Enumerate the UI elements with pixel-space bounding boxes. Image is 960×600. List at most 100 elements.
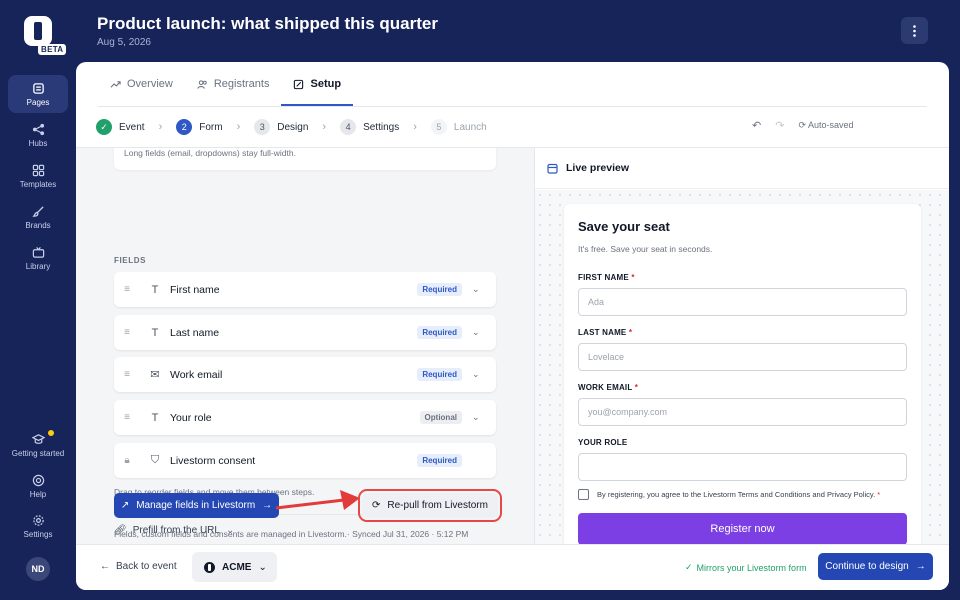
step-number: 4 — [340, 119, 357, 135]
consent-checkbox[interactable] — [578, 489, 589, 500]
form-subtitle: It's free. Save your seat in seconds. — [578, 244, 713, 254]
undo-icon[interactable]: ↶ — [752, 119, 761, 132]
chevron-down-icon[interactable]: ⌄ — [472, 284, 490, 295]
chevron-right-icon: › — [236, 121, 241, 133]
pages-icon — [32, 82, 44, 94]
status-text: Mirrors your Livestorm form — [696, 562, 807, 573]
consent-row: By registering, you agree to the Livesto… — [578, 489, 880, 500]
stepper: ✓ Event › 2 Form › 3 Design › 4 Settings › 5… — [96, 118, 487, 136]
nav-label: Help — [29, 489, 47, 499]
required-badge: Required — [417, 283, 462, 296]
fields-heading: FIELDS — [114, 256, 147, 265]
chevron-right-icon: › — [322, 121, 327, 133]
tv-icon — [32, 246, 44, 258]
divider — [98, 106, 927, 107]
toolbar-right: ↶ ↷ ⟳ Auto-saved — [752, 119, 854, 132]
step-design[interactable]: 3 Design — [254, 119, 308, 135]
drag-handle-icon[interactable]: ≡ — [114, 284, 140, 295]
step-label: Settings — [363, 121, 400, 133]
required-badge: Required — [417, 368, 462, 381]
consent-text: By registering, you agree to the Livesto… — [597, 490, 881, 499]
repull-button[interactable]: ⟳ Re-pull from Livestorm — [358, 489, 502, 522]
drag-handle-icon[interactable]: ≡ — [114, 412, 140, 423]
first-name-label: FIRST NAME * — [578, 273, 635, 282]
step-launch: 5 Launch — [430, 119, 487, 135]
nav-brands[interactable]: Brands — [8, 198, 68, 236]
check-icon: ✓ — [96, 119, 112, 135]
last-name-input[interactable]: Lovelace — [578, 343, 907, 371]
button-label: Manage fields in Livestorm — [136, 500, 256, 511]
manage-fields-button[interactable]: ↗ Manage fields in Livestorm → — [114, 493, 279, 518]
required-badge: Required — [417, 326, 462, 339]
arrow-right-icon: → — [915, 561, 926, 572]
help-icon — [32, 474, 44, 486]
step-settings[interactable]: 4 Settings — [340, 119, 399, 135]
nav-label: Library — [25, 261, 51, 271]
sync-note: Fields, custom fields and consents are m… — [114, 529, 469, 539]
tab-overview[interactable]: Overview — [98, 62, 185, 106]
register-button[interactable]: Register now — [578, 513, 907, 545]
nav-pages[interactable]: Pages — [8, 75, 68, 113]
tab-label: Overview — [127, 78, 173, 90]
nav-label: Getting started — [11, 448, 65, 458]
step-event[interactable]: ✓ Event — [96, 119, 145, 135]
back-to-event-button[interactable]: ← Back to event — [100, 561, 177, 572]
nav-label: Brands — [25, 220, 51, 230]
tab-setup[interactable]: Setup — [281, 62, 353, 106]
notification-dot — [48, 430, 54, 436]
nav-hubs[interactable]: Hubs — [8, 116, 68, 154]
autosave-status: ⟳ Auto-saved — [798, 120, 854, 130]
step-number: 3 — [254, 119, 271, 135]
edit-icon — [294, 79, 304, 89]
chevron-down-icon[interactable]: ⌄ — [472, 369, 490, 380]
field-row-last-name[interactable]: ≡ T Last name Required ⌄ — [114, 315, 496, 350]
nav-help[interactable]: Help — [8, 467, 68, 505]
required-badge: Required — [417, 454, 462, 467]
redo-icon: ↷ — [775, 120, 785, 132]
continue-to-design-button[interactable]: Continue to design → — [818, 553, 933, 580]
avatar[interactable]: ND — [26, 557, 50, 581]
step-number: 2 — [176, 119, 193, 135]
field-row-livestorm-consent: 🔒︎ ⛉ Livestorm consent Required — [114, 443, 496, 478]
registration-form-card: Save your seat It's free. Save your seat… — [564, 204, 921, 554]
kebab-icon — [913, 24, 916, 37]
form-builder-pane: Long fields (email, dropdowns) stay full… — [76, 148, 534, 544]
step-label: Launch — [453, 121, 487, 133]
field-row-work-email[interactable]: ≡ ✉ Work email Required ⌄ — [114, 357, 496, 392]
field-row-your-role[interactable]: ≡ T Your role Optional ⌄ — [114, 400, 496, 435]
share-icon — [32, 123, 44, 135]
trend-icon — [110, 80, 121, 88]
more-menu-button[interactable] — [901, 17, 928, 44]
first-name-input[interactable]: Ada — [578, 288, 907, 316]
drag-handle-icon[interactable]: ≡ — [114, 327, 140, 338]
autosave-label: Auto-saved — [807, 120, 854, 130]
field-name: Your role — [170, 411, 212, 424]
step-label: Form — [199, 121, 223, 133]
tab-registrants[interactable]: Registrants — [185, 62, 282, 106]
button-label: Continue to design — [825, 561, 909, 572]
footer-bar: ← Back to event ACME ⌄ ✓ Mirrors your Li… — [76, 544, 949, 590]
nav-library[interactable]: Library — [8, 239, 68, 277]
brush-icon — [31, 205, 44, 217]
check-icon: ✓ — [685, 562, 693, 572]
nav-templates[interactable]: Templates — [8, 157, 68, 195]
work-email-input[interactable]: you@company.com — [578, 398, 907, 426]
tab-bar: Overview Registrants Setup — [98, 62, 353, 106]
field-row-first-name[interactable]: ≡ T First name Required ⌄ — [114, 272, 496, 307]
text-type-icon: T — [151, 326, 159, 339]
chevron-down-icon: ⌄ — [258, 561, 267, 573]
chevron-down-icon[interactable]: ⌄ — [472, 412, 490, 423]
step-form[interactable]: 2 Form — [176, 119, 223, 135]
your-role-input[interactable] — [578, 453, 907, 481]
chevron-right-icon: › — [413, 121, 417, 133]
nav-settings[interactable]: Settings — [8, 507, 68, 545]
chevron-down-icon[interactable]: ⌄ — [472, 327, 490, 338]
your-role-label: YOUR ROLE — [578, 438, 628, 447]
external-link-icon: ↗ — [120, 500, 130, 511]
org-switcher[interactable]: ACME ⌄ — [192, 552, 277, 582]
nav-label: Pages — [26, 97, 50, 107]
preview-header: Live preview — [535, 148, 949, 189]
nav-getting-started[interactable]: Getting started — [8, 426, 68, 464]
drag-handle-icon[interactable]: ≡ — [114, 369, 140, 380]
app-logo[interactable] — [24, 16, 52, 46]
